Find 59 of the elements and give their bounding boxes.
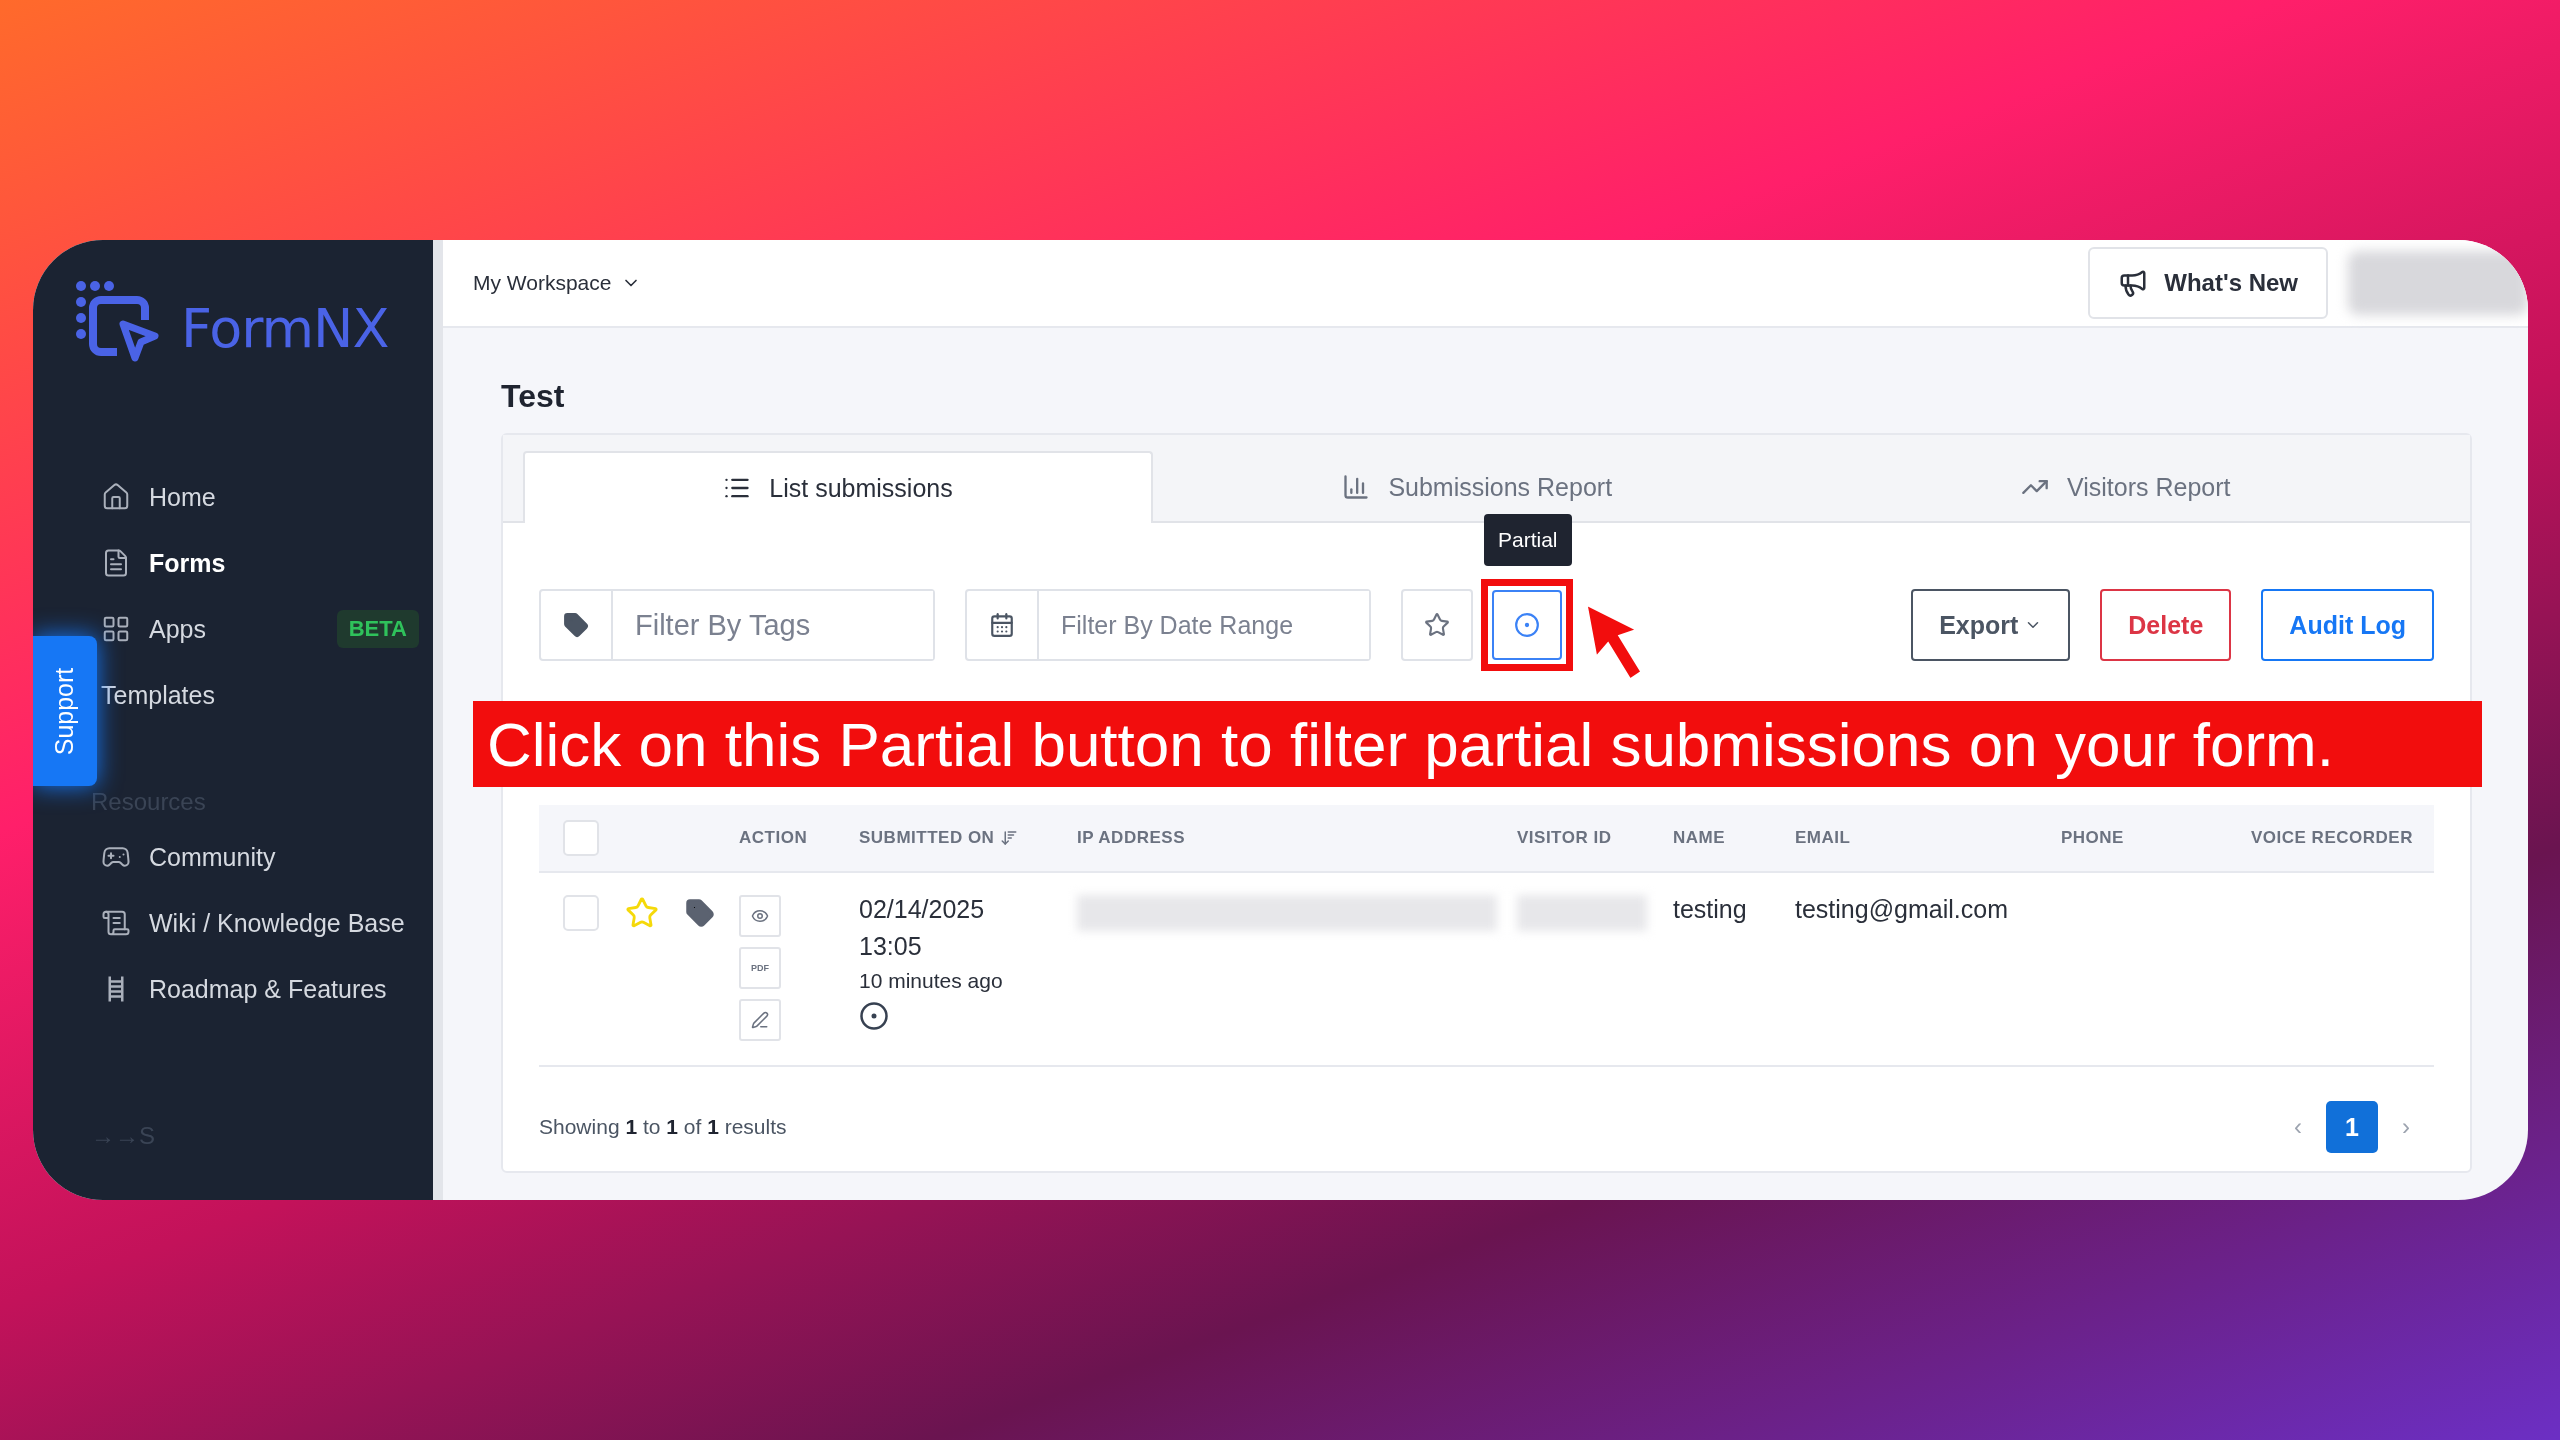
workspace-switcher[interactable]: My Workspace bbox=[473, 271, 2089, 295]
scroll-icon bbox=[101, 908, 131, 938]
edit-icon bbox=[751, 1011, 769, 1029]
page-button[interactable]: 1 bbox=[2326, 1101, 2378, 1153]
whats-new-button[interactable]: What's New bbox=[2088, 247, 2328, 319]
relative-time: 10 minutes ago bbox=[859, 969, 1004, 993]
sidebar-item[interactable]: Forms bbox=[101, 530, 433, 596]
home-icon bbox=[101, 482, 131, 512]
date-range-field[interactable]: Filter By Date Range bbox=[965, 589, 1371, 661]
column-header: VISITOR ID bbox=[1517, 828, 1613, 848]
checkbox[interactable] bbox=[563, 895, 599, 931]
table-cell-text: testing@gmail.com bbox=[1795, 895, 2009, 924]
column-header: ACTION bbox=[739, 828, 809, 848]
tab[interactable]: List submissions bbox=[523, 451, 1153, 523]
star-icon bbox=[1424, 612, 1450, 638]
results-summary: Showing 1 to 1 of 1 results bbox=[539, 1115, 788, 1139]
submitted-date: 02/14/2025 bbox=[859, 895, 986, 924]
sidebar-item[interactable]: Community bbox=[101, 824, 433, 890]
sidebar-item[interactable]: Home bbox=[101, 464, 433, 530]
grid-icon bbox=[101, 614, 131, 644]
beta-badge: BETA bbox=[336, 610, 419, 648]
logo-text: FormNX bbox=[181, 296, 389, 360]
sidebar-item[interactable]: Wiki / Knowledge Base bbox=[101, 890, 433, 956]
circle-dot-icon bbox=[859, 1001, 889, 1031]
sidebar-item[interactable]: Apps BETA bbox=[101, 596, 433, 662]
column-header: NAME bbox=[1673, 828, 1727, 848]
audit-log-button[interactable]: Audit Log bbox=[2261, 589, 2434, 661]
annotation-banner: Click on this Partial button to filter partial submissions on your form. bbox=[473, 701, 2482, 787]
checkbox[interactable] bbox=[563, 820, 599, 856]
circle-dot-icon bbox=[1514, 612, 1540, 638]
partial-button[interactable] bbox=[1492, 590, 1562, 660]
column-header: EMAIL bbox=[1795, 828, 1852, 848]
tooltip: Partial bbox=[1484, 514, 1572, 566]
support-tab[interactable]: Support bbox=[33, 636, 97, 786]
delete-button[interactable]: Delete bbox=[2100, 589, 2232, 661]
sidebar-item[interactable]: Templates bbox=[101, 662, 433, 728]
tag-icon[interactable] bbox=[685, 898, 715, 928]
page-title: Test bbox=[501, 378, 566, 415]
megaphone-icon bbox=[2118, 268, 2149, 298]
calendar-icon bbox=[989, 612, 1015, 638]
submitted-time: 13:05 bbox=[859, 932, 923, 961]
star-icon[interactable] bbox=[625, 896, 659, 930]
edit-button[interactable] bbox=[739, 999, 781, 1041]
tag-icon bbox=[563, 612, 589, 638]
sort-icon bbox=[1000, 829, 1019, 847]
export-button[interactable]: Export bbox=[1911, 589, 2071, 661]
column-header: PHONE bbox=[2061, 828, 2125, 848]
tags-filter-field[interactable]: Filter By Tags bbox=[539, 589, 935, 661]
view-button[interactable] bbox=[739, 895, 781, 937]
eye-icon bbox=[751, 907, 769, 925]
column-header: VOICE RECORDER bbox=[2251, 828, 2414, 848]
star-filter-button[interactable] bbox=[1401, 589, 1473, 661]
column-header: IP ADDRESS bbox=[1077, 828, 1186, 848]
bar-chart-icon bbox=[1342, 473, 1371, 501]
tab[interactable]: Visitors Report bbox=[1801, 451, 2450, 523]
pdf-button[interactable]: PDF bbox=[739, 947, 781, 989]
table-cell-text: testing bbox=[1673, 895, 1748, 924]
column-header: SUBMITTED ON bbox=[859, 828, 1077, 848]
sidebar-item[interactable]: Roadmap & Features bbox=[101, 956, 433, 1022]
